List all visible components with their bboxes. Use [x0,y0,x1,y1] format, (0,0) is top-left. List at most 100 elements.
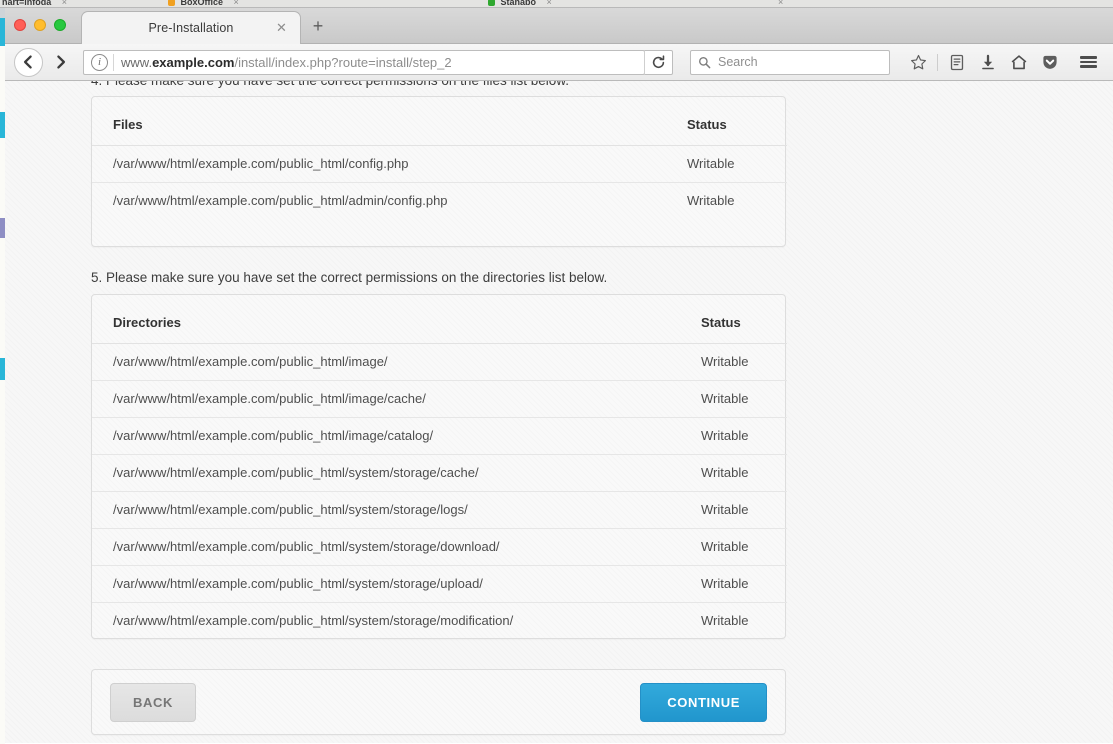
background-tab[interactable]: × [770,0,783,8]
status-badge: Writable [701,418,787,455]
table-row: /var/www/html/example.com/public_html/sy… [92,529,787,566]
url-host-tld: .com [204,55,234,70]
table-row: /var/www/html/example.com/public_html/sy… [92,455,787,492]
file-path: /var/www/html/example.com/public_html/co… [92,146,687,183]
continue-button[interactable]: CONTINUE [640,683,767,722]
menu-line [1080,65,1097,67]
site-identity-icon[interactable]: i [91,54,108,71]
tab-label: Pre-Installation [149,21,234,35]
table-row: /var/www/html/example.com/public_html/sy… [92,566,787,603]
close-icon[interactable]: × [778,0,783,7]
arrow-right-icon [52,54,68,70]
background-tab-label: Stanabo [501,0,537,7]
house-icon [1010,54,1028,71]
toolbar-icon-group [904,49,1064,75]
directories-permissions-panel: Directories Status /var/www/html/example… [91,294,786,639]
status-column-header: Status [701,295,787,344]
background-tab[interactable]: nart=infoda × [2,0,67,8]
menu-line [1080,61,1097,63]
open-menu-button[interactable] [1074,49,1102,75]
directories-column-header: Directories [92,295,701,344]
file-path: /var/www/html/example.com/public_html/ad… [92,183,687,220]
table-row: /var/www/html/example.com/public_html/ad… [92,183,787,220]
background-tab[interactable]: BoxOffice × [168,0,239,8]
favicon-icon [488,0,495,6]
status-badge: Writable [687,146,787,183]
directory-path: /var/www/html/example.com/public_html/im… [92,381,701,418]
background-tab-label: BoxOffice [181,0,224,7]
table-row: /var/www/html/example.com/public_html/co… [92,146,787,183]
search-icon [698,56,711,69]
table-header-row: Files Status [92,97,787,146]
background-window-left-sliver [0,8,5,744]
star-icon [910,54,927,71]
toolbar-divider [937,54,938,71]
tab-close-icon[interactable]: ✕ [275,21,288,34]
tab-pre-installation[interactable]: Pre-Installation ✕ [81,11,301,44]
close-icon[interactable]: × [62,0,67,7]
files-permissions-table: Files Status /var/www/html/example.com/p… [92,97,787,219]
wizard-actions-panel: BACK CONTINUE [91,669,786,735]
tab-strip: Pre-Installation ✕ + [5,8,1113,44]
directory-path: /var/www/html/example.com/public_html/sy… [92,529,701,566]
new-tab-button[interactable]: + [308,17,328,37]
directory-path: /var/www/html/example.com/public_html/im… [92,344,701,381]
url-host: example [152,55,204,70]
directories-section-heading: 5. Please make sure you have set the cor… [91,269,607,286]
directory-path: /var/www/html/example.com/public_html/sy… [92,603,701,640]
reload-icon [651,55,666,70]
table-row: /var/www/html/example.com/public_html/im… [92,381,787,418]
url-separator [113,54,114,71]
reload-button[interactable] [644,50,673,75]
download-icon[interactable] [974,49,1002,75]
menu-line [1080,56,1097,58]
table-header-row: Directories Status [92,295,787,344]
navigation-toolbar: i www.example.com/install/index.php?rout… [5,44,1113,81]
bookmark-star-icon[interactable] [904,49,932,75]
status-badge: Writable [701,529,787,566]
status-badge: Writable [701,381,787,418]
back-button[interactable]: BACK [110,683,196,722]
favicon-icon [168,0,175,6]
library-icon[interactable] [943,49,971,75]
background-window-tab-strip: nart=infoda × BoxOffice × Stanabo × × [0,0,1113,8]
search-bar[interactable]: Search [690,50,890,75]
files-section-heading: 4. Please make sure you have set the cor… [91,81,569,89]
close-window-button[interactable] [14,19,26,31]
page-viewport: 4. Please make sure you have set the cor… [5,81,1113,743]
maximize-window-button[interactable] [54,19,66,31]
status-badge: Writable [701,566,787,603]
background-tab[interactable]: Stanabo × [488,0,552,8]
close-icon[interactable]: × [547,0,552,7]
status-badge: Writable [701,344,787,381]
home-icon[interactable] [1005,49,1033,75]
directory-path: /var/www/html/example.com/public_html/sy… [92,566,701,603]
close-icon[interactable]: × [234,0,239,7]
pocket-shield-icon [1041,54,1059,71]
url-input[interactable]: www.example.com/install/index.php?route=… [121,55,452,70]
directory-path: /var/www/html/example.com/public_html/sy… [92,455,701,492]
table-row: /var/www/html/example.com/public_html/sy… [92,603,787,640]
search-input-placeholder: Search [718,55,758,69]
forward-navigation-button[interactable] [45,47,75,77]
directory-path: /var/www/html/example.com/public_html/sy… [92,492,701,529]
minimize-window-button[interactable] [34,19,46,31]
url-prefix: www. [121,55,152,70]
status-column-header: Status [687,97,787,146]
directories-permissions-table: Directories Status /var/www/html/example… [92,295,787,639]
back-navigation-button[interactable] [14,48,43,77]
pocket-icon[interactable] [1036,49,1064,75]
status-badge: Writable [687,183,787,220]
url-bar[interactable]: i www.example.com/install/index.php?rout… [83,50,645,75]
status-badge: Writable [701,455,787,492]
status-badge: Writable [701,492,787,529]
files-permissions-panel: Files Status /var/www/html/example.com/p… [91,96,786,247]
background-tab-label: nart=infoda [2,0,51,7]
url-path: /install/index.php?route=install/step_2 [234,55,451,70]
status-badge: Writable [701,603,787,640]
reading-list-icon [949,54,965,71]
arrow-left-icon [21,54,37,70]
files-column-header: Files [92,97,687,146]
table-row: /var/www/html/example.com/public_html/im… [92,344,787,381]
download-arrow-icon [980,54,996,71]
